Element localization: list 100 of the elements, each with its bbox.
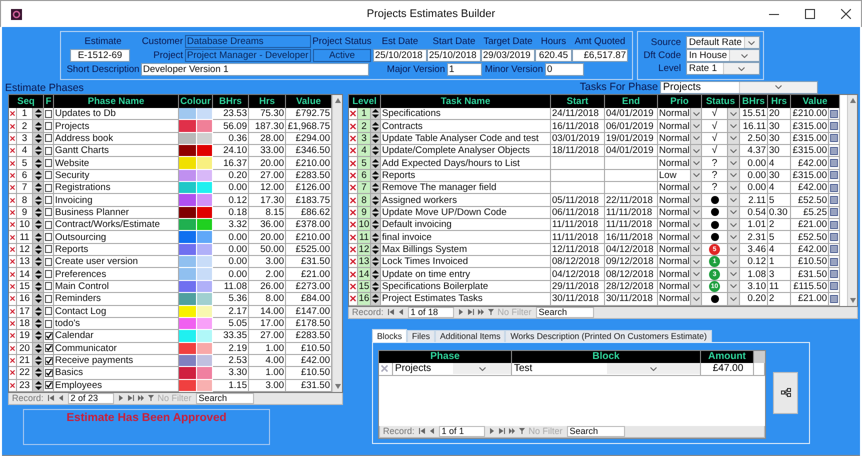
estimate-number-field[interactable]: E-1512-69 [70, 48, 130, 62]
delete-icon[interactable] [10, 221, 15, 228]
up-down-arrows-icon[interactable] [34, 319, 42, 328]
up-down-arrows-icon[interactable] [372, 109, 379, 118]
dropdown-button[interactable] [728, 182, 740, 194]
up-down-arrows-icon[interactable] [372, 170, 379, 180]
column-header[interactable]: Hrs [768, 95, 791, 108]
column-header[interactable]: F [44, 95, 54, 108]
checkbox[interactable] [45, 171, 52, 180]
delete-icon[interactable] [350, 196, 356, 204]
list-icon[interactable] [830, 134, 838, 142]
dropdown-button[interactable] [728, 268, 740, 281]
up-down-arrows-icon[interactable] [34, 282, 42, 291]
delete-icon[interactable] [10, 308, 15, 315]
block-dropdown[interactable]: Test [512, 362, 701, 376]
dropdown-button[interactable] [728, 256, 740, 268]
delete-icon[interactable] [10, 320, 15, 328]
phase-dropdown[interactable]: Projects [660, 80, 818, 94]
checkbox[interactable] [44, 381, 52, 390]
dropdown-button[interactable] [691, 244, 702, 256]
delete-icon[interactable] [350, 147, 356, 154]
new-record-icon[interactable] [138, 395, 144, 402]
delete-icon[interactable] [10, 122, 15, 130]
dropdown-field[interactable]: Default Rate [686, 36, 760, 49]
column-header[interactable]: Hrs [249, 95, 286, 108]
hierarchy-button[interactable] [773, 372, 798, 414]
record-position-field[interactable]: 1 of 18 [408, 306, 454, 318]
up-down-arrows-icon[interactable] [34, 356, 42, 366]
record-position-field[interactable]: 2 of 23 [68, 392, 114, 404]
search-field[interactable]: Search [566, 426, 625, 436]
up-down-arrows-icon[interactable] [34, 220, 42, 230]
dropdown-field[interactable]: In House [686, 49, 760, 62]
column-header[interactable]: Prio [658, 95, 702, 108]
column-header[interactable]: End [605, 95, 658, 108]
checkbox[interactable] [45, 270, 52, 278]
search-field[interactable]: Search [536, 306, 594, 318]
dropdown-button[interactable] [691, 170, 702, 182]
delete-icon[interactable] [10, 357, 15, 364]
column-header[interactable]: Task Name [381, 95, 551, 108]
up-down-arrows-icon[interactable] [372, 208, 379, 217]
column-header[interactable]: Level [349, 95, 381, 108]
close-icon[interactable] [841, 9, 851, 19]
previous-record-icon[interactable] [398, 309, 404, 315]
delete-icon[interactable] [350, 258, 356, 266]
column-header[interactable]: Colour [179, 95, 213, 108]
up-down-arrows-icon[interactable] [34, 244, 42, 254]
checkbox[interactable] [45, 196, 52, 204]
column-header[interactable]: Value [791, 95, 840, 108]
checkbox[interactable] [45, 122, 52, 130]
dropdown-button[interactable] [728, 170, 740, 182]
up-down-arrows-icon[interactable] [34, 122, 42, 131]
vertical-scrollbar[interactable] [332, 95, 342, 392]
up-down-arrows-icon[interactable] [34, 158, 42, 168]
scroll-down-icon[interactable] [334, 384, 340, 389]
up-down-arrows-icon[interactable] [372, 257, 379, 266]
list-icon[interactable] [830, 196, 838, 204]
up-down-arrows-icon[interactable] [372, 134, 379, 143]
list-icon[interactable] [830, 171, 838, 180]
version-field[interactable]: 1 [447, 62, 482, 76]
up-down-arrows-icon[interactable] [372, 122, 379, 131]
scroll-up-icon[interactable] [334, 98, 340, 103]
delete-icon[interactable] [350, 282, 356, 290]
last-record-icon[interactable] [498, 428, 505, 434]
up-down-arrows-icon[interactable] [34, 294, 42, 304]
maximize-icon[interactable] [805, 9, 815, 19]
dropdown-button[interactable] [691, 206, 702, 220]
delete-icon[interactable] [10, 160, 15, 167]
filter-icon[interactable] [148, 395, 154, 402]
last-record-icon[interactable] [468, 309, 474, 315]
list-icon[interactable] [830, 220, 838, 229]
up-down-arrows-icon[interactable] [34, 134, 42, 143]
checkbox[interactable] [45, 245, 52, 254]
delete-icon[interactable] [10, 246, 15, 253]
column-header[interactable]: Phase [379, 350, 512, 362]
column-header[interactable]: Block [512, 350, 701, 362]
list-icon[interactable] [830, 159, 838, 168]
delete-icon[interactable] [10, 184, 15, 192]
list-icon[interactable] [830, 208, 838, 216]
previous-record-icon[interactable] [58, 395, 64, 402]
column-header[interactable]: Start [551, 95, 605, 108]
first-record-icon[interactable] [48, 395, 54, 402]
dropdown-button[interactable] [691, 194, 702, 207]
up-down-arrows-icon[interactable] [34, 109, 42, 118]
column-header[interactable]: Seq [9, 95, 44, 108]
up-down-arrows-icon[interactable] [372, 294, 379, 304]
list-icon[interactable] [830, 233, 838, 242]
up-down-arrows-icon[interactable] [34, 208, 42, 217]
list-icon[interactable] [830, 110, 838, 118]
dropdown-field[interactable]: Rate 1 [686, 62, 760, 75]
dropdown-button[interactable] [728, 194, 740, 207]
list-icon[interactable] [830, 122, 838, 130]
date-field[interactable]: 25/10/2018 [373, 48, 427, 62]
up-down-arrows-icon[interactable] [372, 270, 379, 279]
dropdown-button[interactable] [728, 231, 740, 244]
checkbox[interactable] [45, 220, 52, 229]
column-header[interactable]: BHrs [213, 95, 249, 108]
dropdown-button[interactable] [691, 157, 702, 170]
checkbox[interactable] [44, 356, 52, 365]
up-down-arrows-icon[interactable] [372, 244, 379, 254]
first-record-icon[interactable] [388, 309, 394, 315]
